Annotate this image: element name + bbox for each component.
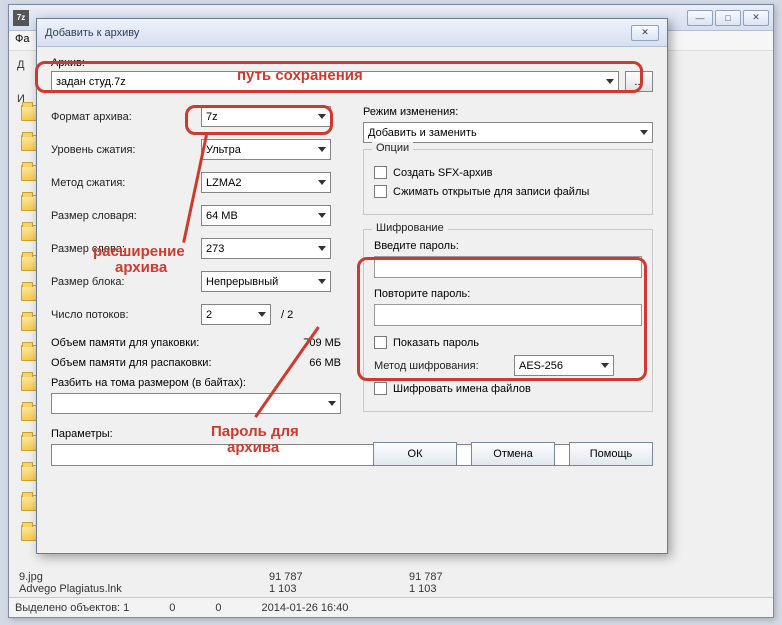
file-row[interactable]: Advego Plagiatus.lnk 1 103 1 103 (19, 583, 499, 595)
encryption-title: Шифрование (372, 222, 448, 234)
update-value: Добавить и заменить (368, 127, 477, 139)
method-select[interactable]: LZMA2 (201, 172, 331, 193)
status-c2: 0 (215, 602, 221, 614)
browse-button[interactable]: ... (625, 71, 653, 92)
file-size2: 1 103 (409, 583, 499, 595)
enc-method-select[interactable]: AES-256 (514, 355, 614, 376)
threads-max: / 2 (281, 309, 293, 321)
maximize-button[interactable]: □ (715, 10, 741, 26)
sfx-label: Создать SFX-архив (393, 167, 493, 179)
show-password-checkbox[interactable] (374, 336, 387, 349)
word-value: 273 (206, 243, 224, 255)
encrypt-names-checkbox[interactable] (374, 382, 387, 395)
word-select[interactable]: 273 (201, 238, 331, 259)
compress-open-checkbox[interactable] (374, 185, 387, 198)
show-password-label: Показать пароль (393, 337, 479, 349)
close-button[interactable]: ✕ (743, 10, 769, 26)
window-buttons: — □ ✕ (687, 10, 769, 26)
dict-label: Размер словаря: (51, 210, 201, 222)
status-date: 2014-01-26 16:40 (262, 602, 349, 614)
threads-select[interactable]: 2 (201, 304, 271, 325)
ok-button[interactable]: ОК (373, 442, 457, 466)
file-size: 91 787 (269, 571, 359, 583)
word-label: Размер слова: (51, 243, 201, 255)
file-name: 9.jpg (19, 571, 219, 583)
file-size: 1 103 (269, 583, 359, 595)
params-label: Параметры: (51, 428, 341, 440)
level-select[interactable]: Ультра (201, 139, 331, 160)
dialog-close-button[interactable]: ✕ (631, 25, 659, 41)
app-icon: 7z (13, 10, 29, 26)
threads-label: Число потоков: (51, 309, 201, 321)
split-select[interactable] (51, 393, 341, 414)
level-label: Уровень сжатия: (51, 144, 201, 156)
block-select[interactable]: Непрерывный (201, 271, 331, 292)
enc-method-label: Метод шифрования: (374, 360, 514, 372)
level-value: Ультра (206, 144, 241, 156)
dict-value: 64 MB (206, 210, 238, 222)
mem-unpack-value: 66 MB (309, 357, 341, 369)
file-name: Advego Plagiatus.lnk (19, 583, 219, 595)
file-size2: 91 787 (409, 571, 499, 583)
format-label: Формат архива: (51, 111, 201, 123)
background-file-list: 9.jpg 91 787 91 787 Advego Plagiatus.lnk… (19, 571, 499, 595)
split-label: Разбить на тома размером (в байтах): (51, 377, 341, 389)
method-label: Метод сжатия: (51, 177, 201, 189)
file-row[interactable]: 9.jpg 91 787 91 787 (19, 571, 499, 583)
mem-pack-value: 709 МБ (303, 337, 341, 349)
mem-pack-label: Объем памяти для упаковки: (51, 337, 199, 349)
status-selection: Выделено объектов: 1 (15, 602, 129, 614)
add-to-archive-dialog: Добавить к архиву ✕ Архив: задан студ.7z… (36, 18, 668, 554)
mem-unpack-label: Объем памяти для распаковки: (51, 357, 212, 369)
help-button[interactable]: Помощь (569, 442, 653, 466)
archive-path-select[interactable]: задан студ.7z (51, 71, 619, 92)
update-mode-select[interactable]: Добавить и заменить (363, 122, 653, 143)
archive-label: Архив: (51, 57, 653, 69)
archive-path-value: задан студ.7z (56, 76, 126, 88)
password-repeat-input[interactable] (374, 304, 642, 326)
left-column: Формат архива: 7z Уровень сжатия: Ультра М… (51, 106, 341, 440)
dialog-titlebar: Добавить к архиву ✕ (37, 19, 667, 47)
options-title: Опции (372, 142, 413, 154)
password-label: Введите пароль: (374, 240, 642, 252)
minimize-button[interactable]: — (687, 10, 713, 26)
password-repeat-label: Повторите пароль: (374, 288, 642, 300)
format-value: 7z (206, 111, 218, 123)
right-column: Режим изменения: Добавить и заменить Опц… (363, 106, 653, 440)
options-group: Опции Создать SFX-архив Сжимать открытые… (363, 149, 653, 215)
compress-open-label: Сжимать открытые для записи файлы (393, 186, 589, 198)
status-bar: Выделено объектов: 1 0 0 2014-01-26 16:4… (9, 597, 773, 617)
block-value: Непрерывный (206, 276, 278, 288)
update-label: Режим изменения: (363, 106, 653, 118)
status-c1: 0 (169, 602, 175, 614)
dialog-button-row: ОК Отмена Помощь (373, 442, 653, 466)
sfx-checkbox[interactable] (374, 166, 387, 179)
encryption-group: Шифрование Введите пароль: Повторите пар… (363, 229, 653, 412)
block-label: Размер блока: (51, 276, 201, 288)
encrypt-names-label: Шифровать имена файлов (393, 383, 531, 395)
threads-value: 2 (206, 309, 212, 321)
method-value: LZMA2 (206, 177, 241, 189)
enc-method-value: AES-256 (519, 360, 563, 372)
password-input[interactable] (374, 256, 642, 278)
dialog-title: Добавить к архиву (45, 27, 139, 39)
format-select[interactable]: 7z (201, 106, 331, 127)
dict-select[interactable]: 64 MB (201, 205, 331, 226)
cancel-button[interactable]: Отмена (471, 442, 555, 466)
